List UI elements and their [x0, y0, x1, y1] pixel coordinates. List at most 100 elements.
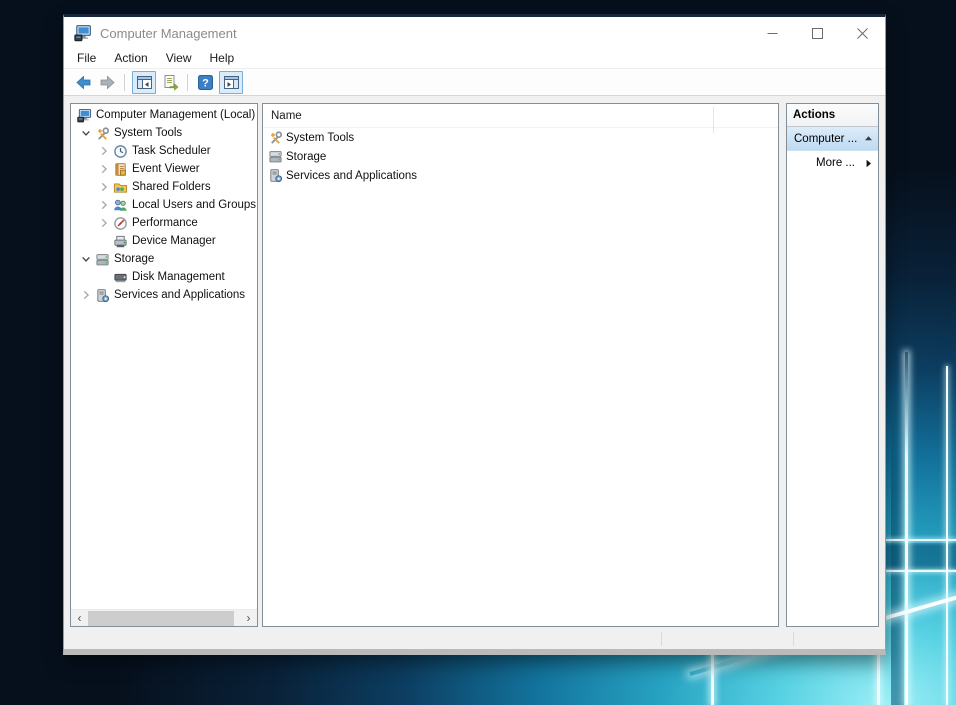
toolbar: ?: [64, 69, 885, 96]
computer-management-window: Computer Management File Action V: [63, 14, 886, 655]
tree-item-label: Computer Management (Local): [96, 109, 255, 121]
wallpaper-pane-gap: [891, 348, 904, 705]
wallpaper-beam: [905, 352, 908, 705]
tree-item[interactable]: Local Users and Groups: [71, 196, 257, 214]
status-bar: [64, 629, 885, 649]
tree-item[interactable]: Performance: [71, 214, 257, 232]
tree-item[interactable]: Shared Folders: [71, 178, 257, 196]
wallpaper-beam: [886, 539, 956, 541]
tree-item[interactable]: Services and Applications: [71, 286, 257, 304]
scroll-left-arrow-icon[interactable]: ‹: [71, 610, 88, 627]
results-list: System Tools Storage Services and Applic…: [263, 128, 778, 185]
svg-text:?: ?: [202, 77, 209, 89]
column-divider[interactable]: [713, 107, 714, 133]
tree-expander-icon[interactable]: [97, 216, 111, 230]
help-button[interactable]: ?: [193, 71, 217, 94]
close-button[interactable]: [840, 17, 885, 49]
show-hide-action-pane-button[interactable]: [219, 71, 243, 94]
minimize-button[interactable]: [750, 17, 795, 49]
tree-item-icon: [95, 288, 110, 303]
back-button[interactable]: [71, 71, 95, 94]
tree-expander-icon[interactable]: [97, 162, 111, 176]
tree-item-label: Shared Folders: [132, 181, 211, 193]
list-item-label: Storage: [286, 151, 326, 163]
status-bar-divider: [793, 632, 794, 646]
forward-button[interactable]: [95, 71, 119, 94]
tree-expander-icon[interactable]: [79, 126, 93, 140]
maximize-button[interactable]: [795, 17, 840, 49]
toolbar-separator: [187, 74, 188, 91]
actions-pane-title: Actions: [787, 104, 878, 127]
tree-item-label: Storage: [114, 253, 154, 265]
console-content: Computer Management (Local) System Tools: [64, 96, 885, 629]
tree-item-label: Services and Applications: [114, 289, 245, 301]
tree-item-label: Task Scheduler: [132, 145, 211, 157]
tree-item[interactable]: Computer Management (Local): [71, 106, 257, 124]
wallpaper-pane-gap: [886, 543, 956, 569]
tree-item[interactable]: Task Scheduler: [71, 142, 257, 160]
more-actions-item[interactable]: More ...: [787, 151, 878, 175]
column-header-label: Name: [271, 110, 302, 122]
submenu-arrow-icon: [864, 159, 873, 168]
tree-item-label: Device Manager: [132, 235, 216, 247]
wallpaper-beam: [711, 650, 714, 705]
list-item-label: System Tools: [286, 132, 354, 144]
menu-item[interactable]: File: [68, 49, 105, 68]
more-actions-label: More ...: [816, 157, 855, 169]
tree-item-label: Disk Management: [132, 271, 225, 283]
tree-item[interactable]: Storage: [71, 250, 257, 268]
list-item[interactable]: Storage: [263, 147, 778, 166]
scroll-right-arrow-icon[interactable]: ›: [240, 610, 257, 627]
show-hide-console-tree-button[interactable]: [132, 71, 156, 94]
menu-item[interactable]: Help: [201, 49, 244, 68]
tree-item-icon: [113, 180, 128, 195]
tree-item[interactable]: Device Manager: [71, 232, 257, 250]
list-item-icon: [268, 130, 283, 145]
actions-section-label: Computer ...: [794, 133, 857, 145]
console-tree-pane: Computer Management (Local) System Tools: [70, 103, 258, 627]
wallpaper-beam: [877, 648, 880, 705]
tree-item-label: Event Viewer: [132, 163, 200, 175]
status-bar-divider: [661, 632, 662, 646]
desktop-background: Computer Management File Action V: [0, 0, 956, 705]
tree-item[interactable]: Event Viewer: [71, 160, 257, 178]
tree-expander-icon[interactable]: [97, 198, 111, 212]
titlebar[interactable]: Computer Management: [64, 17, 885, 49]
computer-management-app-icon: [74, 24, 92, 42]
tree-item-label: Performance: [132, 217, 198, 229]
menu-item[interactable]: View: [157, 49, 201, 68]
horizontal-scrollbar[interactable]: ‹ ›: [71, 609, 257, 626]
tree-item-icon: [113, 234, 128, 249]
tree-item-icon: [113, 216, 128, 231]
tree-expander-icon[interactable]: [79, 288, 93, 302]
tree-item-icon: [113, 270, 128, 285]
export-list-button[interactable]: [158, 71, 182, 94]
list-item[interactable]: System Tools: [263, 128, 778, 147]
tree-expander-icon[interactable]: [97, 180, 111, 194]
list-item-label: Services and Applications: [286, 170, 417, 182]
list-item-icon: [268, 149, 283, 164]
scrollbar-thumb[interactable]: [88, 611, 234, 626]
actions-pane: Actions Computer ... More ...: [786, 103, 879, 627]
tree-item-icon: [113, 144, 128, 159]
tree-expander-icon[interactable]: [97, 144, 111, 158]
results-list-pane: Name System Tools Storage: [262, 103, 779, 627]
console-tree: Computer Management (Local) System Tools: [71, 106, 257, 304]
tree-item[interactable]: Disk Management: [71, 268, 257, 286]
actions-section-header[interactable]: Computer ...: [787, 127, 878, 151]
tree-item-label: System Tools: [114, 127, 182, 139]
tree-item-icon: [95, 252, 110, 267]
scrollbar-track[interactable]: [88, 610, 240, 627]
wallpaper-beam: [886, 570, 956, 572]
window-controls: [750, 17, 885, 49]
list-item-icon: [268, 168, 283, 183]
tree-item[interactable]: System Tools: [71, 124, 257, 142]
list-item[interactable]: Services and Applications: [263, 166, 778, 185]
tree-item-icon: [113, 198, 128, 213]
collapse-up-icon[interactable]: [864, 134, 873, 143]
tree-expander-icon[interactable]: [79, 252, 93, 266]
name-column-header[interactable]: Name: [263, 104, 778, 128]
tree-item-icon: [77, 108, 92, 123]
tree-item-icon: [113, 162, 128, 177]
menu-item[interactable]: Action: [105, 49, 156, 68]
